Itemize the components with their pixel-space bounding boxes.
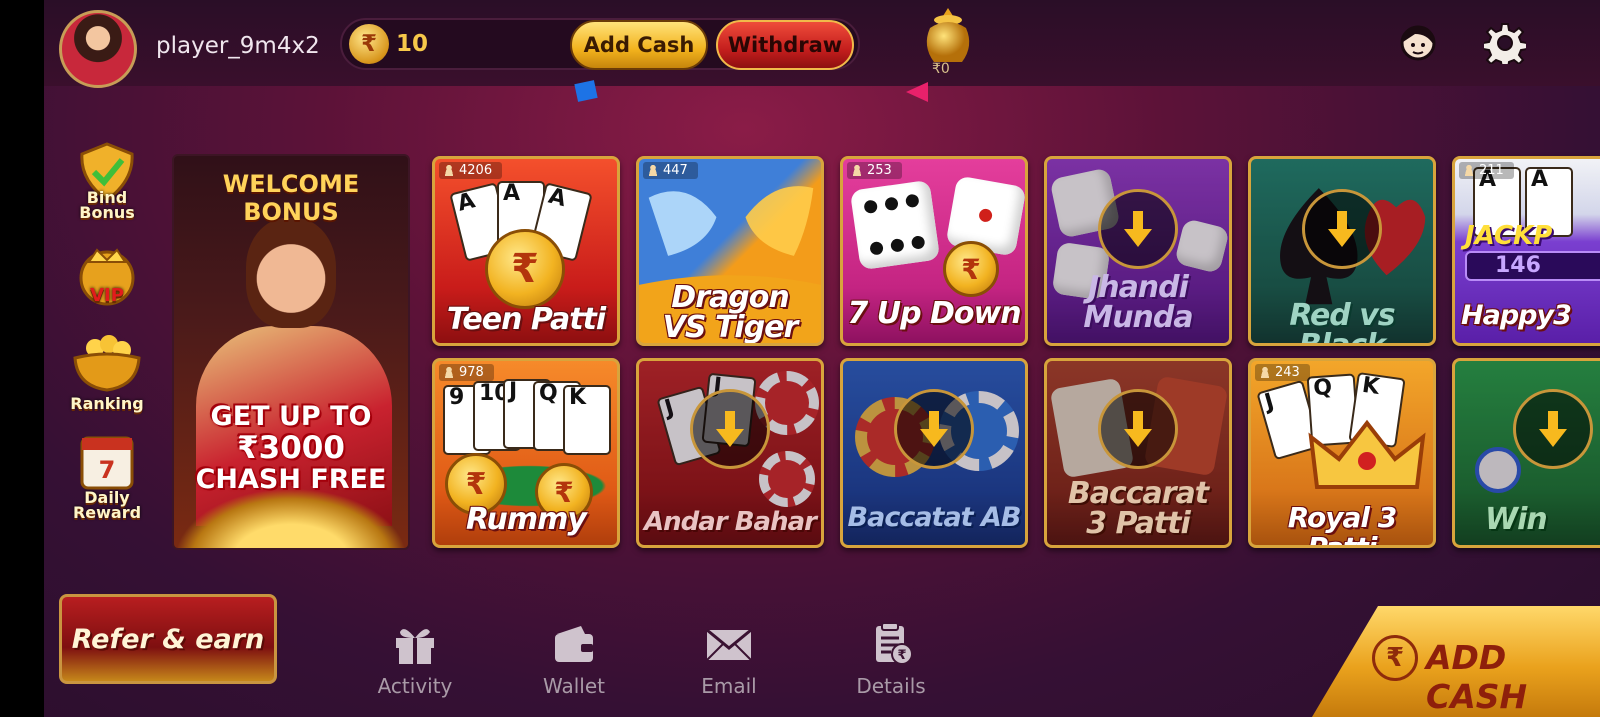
svg-text:7: 7 xyxy=(99,456,116,484)
confetti-decoration xyxy=(574,80,598,102)
nav-label: Email xyxy=(701,674,757,698)
side-item-label: Bind Bonus xyxy=(79,188,135,222)
game-title: Rummy xyxy=(466,502,587,537)
balance-amount: 10 xyxy=(396,31,429,57)
gift-icon xyxy=(396,629,434,664)
add-cash-big-label: ADD CASH xyxy=(1426,638,1528,716)
customer-support-icon[interactable] xyxy=(1395,20,1441,66)
side-item-vip[interactable]: VIP xyxy=(62,240,152,312)
game-tile-win[interactable]: Win xyxy=(1452,358,1600,548)
download-button[interactable] xyxy=(690,389,770,469)
refer-and-earn-button[interactable]: Refer & earn xyxy=(59,594,277,684)
game-title: Win xyxy=(1485,502,1548,537)
side-item-bind-bonus[interactable]: Bind Bonus xyxy=(62,142,152,222)
nav-item-activity[interactable]: Activity xyxy=(360,622,470,698)
game-tile-andar-bahar[interactable]: J J Andar Bahar xyxy=(636,358,824,548)
svg-text:₹: ₹ xyxy=(897,648,906,663)
player-count: 978 xyxy=(439,364,494,381)
side-item-ranking[interactable]: Ranking xyxy=(62,332,152,414)
banner-offer-line: GET UP TO xyxy=(210,401,372,432)
download-button[interactable] xyxy=(1098,189,1178,269)
game-tile-royal-3-patti[interactable]: J Q K 243 Royal 3 Patti xyxy=(1248,358,1436,548)
game-tile-baccatat-ab[interactable]: Baccatat AB xyxy=(840,358,1028,548)
royal-crown-icon xyxy=(1308,419,1426,489)
game-title: Dragon VS Tiger xyxy=(662,280,799,345)
game-tile-7-up-down[interactable]: ₹ 253 7 Up Down xyxy=(840,156,1028,346)
nav-item-email[interactable]: Email xyxy=(674,622,784,698)
game-title: Teen Patti xyxy=(446,302,606,337)
game-lobby: player_9m4x2 ₹ 10 Add Cash Withdraw ₹0 B… xyxy=(44,0,1600,717)
game-tile-teen-patti[interactable]: A A A ₹ 4206 Teen Patti xyxy=(432,156,620,346)
player-count: 4206 xyxy=(439,162,503,179)
rupee-coin-icon: ₹ xyxy=(349,24,389,64)
jackpot-amount: 146 xyxy=(1465,251,1600,281)
game-tile-baccarat-3-patti[interactable]: Baccarat 3 Patti xyxy=(1044,358,1232,548)
player-count: 253 xyxy=(847,162,902,179)
download-arrow-icon xyxy=(1124,211,1152,247)
game-tile-dragon-vs-tiger[interactable]: 447 Dragon VS Tiger xyxy=(636,156,824,346)
download-arrow-icon xyxy=(1539,411,1567,447)
download-arrow-icon xyxy=(920,411,948,447)
game-title: Royal 3 Patti xyxy=(1287,501,1397,548)
nav-item-wallet[interactable]: Wallet xyxy=(519,622,629,698)
player-count: 447 xyxy=(643,162,698,179)
download-button[interactable] xyxy=(1302,189,1382,269)
download-button[interactable] xyxy=(1513,389,1593,469)
username: player_9m4x2 xyxy=(156,33,320,59)
nav-label: Wallet xyxy=(542,674,605,698)
wallet-icon xyxy=(555,626,593,662)
add-cash-button[interactable]: Add Cash xyxy=(570,20,708,70)
settings-gear-icon[interactable] xyxy=(1484,22,1526,64)
game-title: Andar Bahar xyxy=(644,507,817,537)
game-tile-happy3[interactable]: A A JACKP 146 211 Happy3 xyxy=(1452,156,1600,346)
game-tile-red-vs-black[interactable]: Red vs Black xyxy=(1248,156,1436,346)
banner-model-image xyxy=(246,218,336,328)
side-item-label: VIP xyxy=(90,285,124,306)
withdraw-button[interactable]: Withdraw xyxy=(716,20,854,70)
game-title: Baccatat AB xyxy=(847,502,1022,533)
banner-offer: GET UP TO ₹3000 CHASH FREE xyxy=(174,402,408,496)
refer-label: Refer & earn xyxy=(71,623,265,655)
jackpot-label: JACKP xyxy=(1465,221,1553,251)
mail-icon xyxy=(706,628,752,661)
side-item-daily-reward[interactable]: 7 Daily Reward xyxy=(62,432,152,522)
download-button[interactable] xyxy=(894,389,974,469)
calendar-icon: 7 xyxy=(80,436,134,490)
avatar[interactable] xyxy=(59,10,137,88)
game-title: Red vs Black xyxy=(1289,298,1395,346)
nav-label: Activity xyxy=(377,674,453,698)
game-tile-rummy[interactable]: 9 10 J Q K ₹ ₹ 978 Rummy xyxy=(432,358,620,548)
dice-icon xyxy=(849,179,941,271)
game-tile-jhandi-munda[interactable]: Jhandi Munda xyxy=(1044,156,1232,346)
download-arrow-icon xyxy=(716,411,744,447)
nav-label: Details xyxy=(856,674,926,698)
game-title: Happy3 xyxy=(1461,300,1572,331)
pot-amount: ₹0 xyxy=(932,61,950,77)
confetti-decoration xyxy=(906,82,928,102)
nav-item-details[interactable]: ₹ Details xyxy=(836,622,946,698)
details-icon: ₹ xyxy=(876,622,913,665)
player-count: 243 xyxy=(1255,364,1310,381)
banner-title: WELCOME BONUS xyxy=(222,170,360,226)
player-count: 211 xyxy=(1459,162,1514,179)
rupee-coin-icon: ₹ xyxy=(485,229,565,309)
rupee-icon: ₹ xyxy=(1372,635,1418,681)
download-arrow-icon xyxy=(1328,211,1356,247)
game-title: Jhandi Munda xyxy=(1083,270,1193,335)
game-title: Baccarat 3 Patti xyxy=(1067,476,1209,541)
gold-pot-icon xyxy=(73,335,141,392)
playing-card-icon: K xyxy=(563,385,611,455)
game-title: 7 Up Down xyxy=(847,296,1021,331)
welcome-bonus-banner[interactable]: WELCOME BONUS GET UP TO ₹3000 CHASH FREE xyxy=(172,154,410,550)
banner-offer-line: ₹3000 xyxy=(237,430,345,466)
side-item-label: Daily Reward xyxy=(72,488,142,522)
banner-coins-decoration xyxy=(174,488,408,548)
download-button[interactable] xyxy=(1098,389,1178,469)
rupee-coin-icon: ₹ xyxy=(943,241,999,297)
side-item-label: Ranking xyxy=(70,394,144,413)
download-arrow-icon xyxy=(1124,411,1152,447)
